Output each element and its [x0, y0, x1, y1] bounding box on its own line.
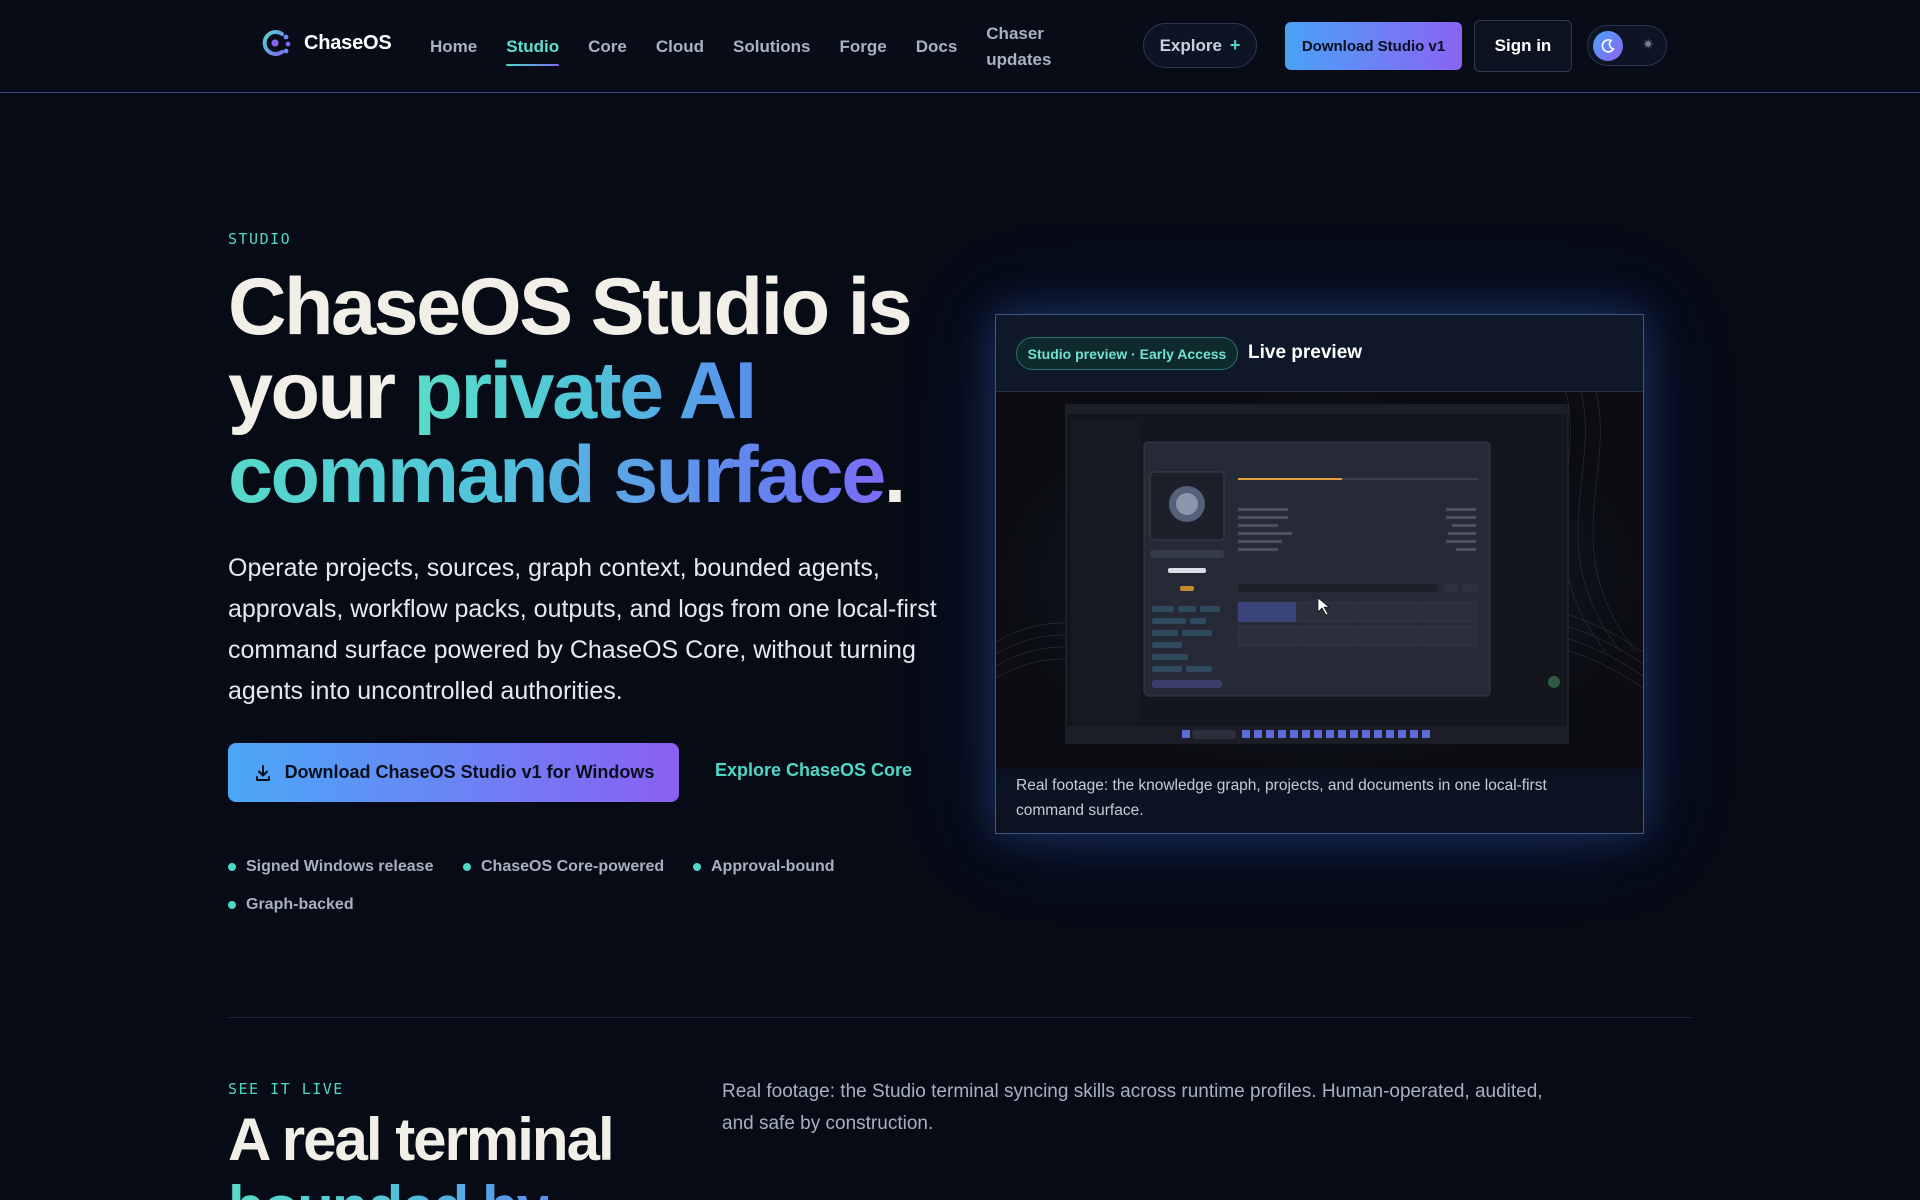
section2-eyebrow: SEE IT LIVE	[228, 1080, 344, 1098]
preview-screenshot	[996, 392, 1643, 744]
download-windows-button[interactable]: Download ChaseOS Studio v1 for Windows	[228, 743, 679, 802]
nav-link-studio[interactable]: Studio	[506, 34, 559, 66]
hero-eyebrow: STUDIO	[228, 230, 292, 248]
badge-label: Graph-backed	[246, 896, 354, 913]
nav-link-chaser-updates[interactable]: Chaser updates	[986, 21, 1066, 73]
nav-link-cloud[interactable]: Cloud	[656, 34, 704, 60]
nav-link-forge[interactable]: Forge	[839, 34, 886, 60]
hero-title-end: .	[883, 430, 907, 520]
moon-icon	[1593, 31, 1623, 61]
explore-button[interactable]: Explore +	[1143, 23, 1257, 68]
section2-title-line1: A real terminal	[228, 1106, 615, 1173]
preview-video[interactable]	[996, 392, 1643, 769]
download-windows-label: Download ChaseOS Studio v1 for Windows	[284, 762, 655, 782]
section2-description: Real footage: the Studio terminal syncin…	[722, 1081, 1543, 1134]
preview-caption: Real footage: the knowledge graph, proje…	[1016, 777, 1547, 819]
download-studio-button[interactable]: Download Studio v1	[1285, 22, 1462, 70]
nav-links: Home Studio Core Cloud Solutions Forge D…	[430, 0, 1095, 93]
sign-in-button[interactable]: Sign in	[1474, 20, 1572, 72]
brand[interactable]: ChaseOS	[258, 26, 392, 60]
hero-title-highlight1: private AI	[413, 346, 758, 436]
chaseos-logo-icon	[262, 30, 291, 56]
nav-link-docs[interactable]: Docs	[916, 34, 958, 60]
badge-graph-backed: Graph-backed	[228, 896, 354, 914]
explore-label: Explore	[1159, 35, 1222, 55]
nav-link-core[interactable]: Core	[588, 34, 627, 60]
badge-dot	[693, 863, 701, 871]
theme-toggle[interactable]: ✷	[1587, 25, 1667, 66]
sun-icon: ✷	[1642, 36, 1654, 52]
badge-signed-release: Signed Windows release	[228, 858, 433, 876]
section-divider	[228, 1017, 1692, 1018]
badge-approval-bound: Approval-bound	[693, 858, 835, 876]
explore-core-link[interactable]: Explore ChaseOS Core	[715, 760, 912, 781]
brand-name: ChaseOS	[304, 31, 392, 54]
badge-label: ChaseOS Core-powered	[481, 858, 665, 875]
download-icon	[255, 764, 270, 781]
top-nav: ChaseOS Home Studio Core Cloud Solutions…	[0, 0, 1920, 93]
badge-dot	[228, 901, 236, 909]
preview-badge: Studio preview · Early Access	[1016, 337, 1238, 370]
badge-core-powered: ChaseOS Core-powered	[463, 858, 664, 876]
nav-link-solutions[interactable]: Solutions	[733, 34, 810, 60]
nav-link-home[interactable]: Home	[430, 34, 477, 60]
badge-dot	[228, 863, 236, 871]
plus-icon: +	[1229, 35, 1241, 55]
section2-title-line2: bounded by	[228, 1174, 550, 1200]
badge-label: Signed Windows release	[246, 858, 434, 875]
badge-label: Approval-bound	[711, 858, 835, 875]
badge-dot	[463, 863, 471, 871]
studio-preview-card: Studio preview · Early Access Live previ…	[995, 314, 1644, 834]
hero-title: ChaseOS Studio is your private AI comman…	[228, 265, 968, 517]
preview-title: Live preview	[1248, 342, 1363, 363]
preview-header: Studio preview · Early Access Live previ…	[996, 315, 1643, 392]
hero-description: Operate projects, sources, graph context…	[228, 554, 937, 705]
hero-title-highlight2: command surface	[228, 430, 886, 520]
